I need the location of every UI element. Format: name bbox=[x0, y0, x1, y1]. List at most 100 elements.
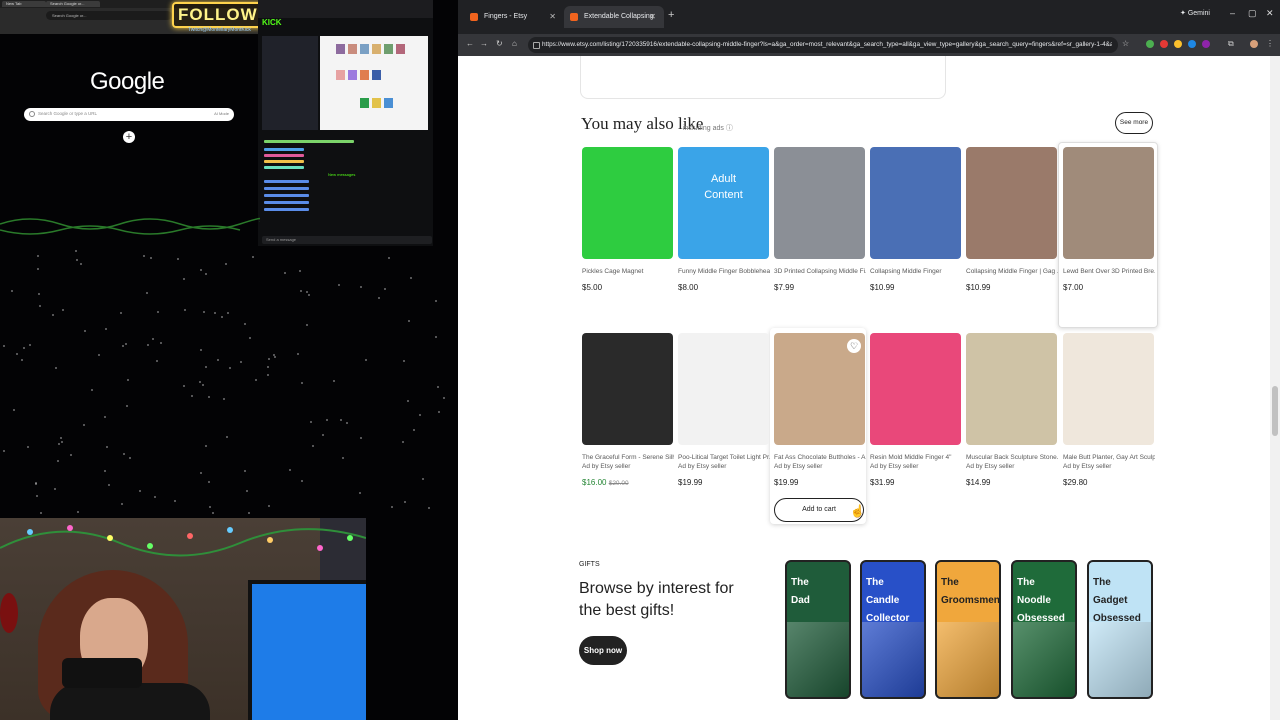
gift-card[interactable]: The Gadget Obsessed bbox=[1087, 560, 1153, 699]
scrollbar-thumb[interactable] bbox=[1272, 386, 1278, 436]
listing-image[interactable] bbox=[870, 333, 961, 445]
listing-image[interactable] bbox=[774, 147, 865, 259]
chat-new-messages: New messages bbox=[328, 172, 356, 177]
listing-card[interactable]: 3D Printed Collapsing Middle Fi... $7.99 bbox=[774, 147, 866, 292]
listing-title[interactable]: Collapsing Middle Finger bbox=[870, 268, 962, 275]
listing-card[interactable]: Adult Content Funny Middle Finger Bobbleh… bbox=[678, 147, 770, 292]
star-dot bbox=[306, 324, 308, 326]
listing-price-row: $19.99 bbox=[774, 478, 866, 487]
new-tab-icon[interactable]: + bbox=[668, 9, 674, 21]
gift-card[interactable]: The Groomsmen bbox=[935, 560, 1001, 699]
listing-title[interactable]: Pickles Cage Magnet bbox=[582, 268, 674, 275]
listing-image[interactable]: Adult Content bbox=[678, 147, 769, 259]
forward-icon[interactable]: → bbox=[480, 39, 488, 48]
favorite-heart-icon[interactable]: ♡ bbox=[847, 339, 861, 353]
listing-title[interactable]: Lewd Bent Over 3D Printed Bre... bbox=[1063, 268, 1155, 275]
star-dot bbox=[428, 507, 430, 509]
star-dot bbox=[346, 422, 348, 424]
star-dot bbox=[391, 506, 393, 508]
listing-title[interactable]: The Graceful Form - Serene Silh... bbox=[582, 454, 674, 461]
shop-now-button[interactable]: Shop now bbox=[579, 636, 627, 665]
listing-title[interactable]: Poo-Litical Target Toilet Light Pr... bbox=[678, 454, 770, 461]
listing-title[interactable]: Fat Ass Chocolate Buttholes - A... bbox=[774, 454, 866, 461]
star-dot bbox=[244, 470, 246, 472]
chat-message bbox=[264, 154, 304, 157]
extension-icon[interactable] bbox=[1188, 40, 1196, 48]
close-tab-icon[interactable]: ✕ bbox=[549, 6, 556, 28]
tab-extendable-collapsing[interactable]: Extendable Collapsing Middle ✕ bbox=[564, 6, 664, 42]
preview-thumb bbox=[384, 44, 393, 54]
minimize-icon[interactable]: – bbox=[1230, 8, 1235, 18]
back-icon[interactable]: ← bbox=[466, 39, 474, 48]
gemini-button[interactable]: ✦ Gemini bbox=[1180, 9, 1210, 17]
listing-image[interactable] bbox=[678, 333, 769, 445]
listing-title[interactable]: Resin Mold Middle Finger 4" bbox=[870, 454, 962, 461]
listing-card[interactable]: Collapsing Middle Finger | Gag ... $10.99 bbox=[966, 147, 1058, 292]
listing-image[interactable] bbox=[966, 147, 1057, 259]
chat-header bbox=[258, 0, 433, 18]
profile-avatar[interactable] bbox=[1250, 40, 1258, 48]
site-info-icon[interactable] bbox=[533, 42, 540, 49]
listing-card[interactable]: ♡ Fat Ass Chocolate Buttholes - A... Ad by… bbox=[774, 333, 866, 487]
webcam-lights bbox=[0, 525, 366, 557]
listing-title[interactable]: Muscular Back Sculpture Stone... bbox=[966, 454, 1058, 461]
see-more-button[interactable]: See more bbox=[1115, 112, 1153, 134]
star-dot bbox=[244, 323, 246, 325]
listing-card[interactable]: The Graceful Form - Serene Silh... Ad by … bbox=[582, 333, 674, 487]
scrollbar[interactable] bbox=[1270, 56, 1280, 720]
listing-seller: Ad by Etsy seller bbox=[966, 463, 1015, 470]
star-dot bbox=[267, 374, 269, 376]
listing-card[interactable]: Muscular Back Sculpture Stone... Ad by Et… bbox=[966, 333, 1058, 487]
star-dot bbox=[402, 441, 404, 443]
menu-kebab-icon[interactable]: ⋮ bbox=[1266, 39, 1274, 48]
ai-mode-label: AI Mode bbox=[214, 111, 229, 116]
star-dot bbox=[202, 384, 204, 386]
listing-card[interactable]: Resin Mold Middle Finger 4" Ad by Etsy se… bbox=[870, 333, 962, 487]
listing-title[interactable]: Collapsing Middle Finger | Gag ... bbox=[966, 268, 1058, 275]
bookmark-star-icon[interactable]: ☆ bbox=[1122, 39, 1129, 48]
listing-image[interactable] bbox=[966, 333, 1057, 445]
listing-image[interactable] bbox=[582, 147, 673, 259]
gift-card[interactable]: The Candle Collector bbox=[860, 560, 926, 699]
star-dot bbox=[76, 259, 78, 261]
listing-card[interactable]: Lewd Bent Over 3D Printed Bre... $7.00 bbox=[1063, 147, 1155, 292]
listing-card[interactable]: Pickles Cage Magnet $5.00 bbox=[582, 147, 674, 292]
star-dot bbox=[104, 470, 106, 472]
extensions-puzzle-icon[interactable]: ⧉ bbox=[1228, 39, 1234, 49]
extension-icon[interactable] bbox=[1146, 40, 1154, 48]
address-bar[interactable]: https://www.etsy.com/listing/1720335916/… bbox=[528, 37, 1118, 53]
listing-card[interactable]: Male Butt Planter, Gay Art Sculp... Ad by… bbox=[1063, 333, 1155, 487]
chat-web-preview bbox=[320, 36, 428, 130]
home-icon[interactable]: ⌂ bbox=[512, 39, 517, 48]
extension-icon[interactable] bbox=[1174, 40, 1182, 48]
star-dot bbox=[413, 429, 415, 431]
gift-card[interactable]: The Noodle Obsessed bbox=[1011, 560, 1077, 699]
extension-icon[interactable] bbox=[1160, 40, 1168, 48]
listing-title[interactable]: Male Butt Planter, Gay Art Sculp... bbox=[1063, 454, 1155, 461]
close-window-icon[interactable]: ✕ bbox=[1266, 8, 1274, 19]
reload-icon[interactable]: ↻ bbox=[496, 39, 503, 48]
star-dot bbox=[80, 263, 82, 265]
maximize-icon[interactable]: ▢ bbox=[1248, 8, 1257, 19]
chat-message bbox=[264, 180, 309, 183]
listing-image[interactable] bbox=[1063, 147, 1154, 259]
listing-image[interactable] bbox=[1063, 333, 1154, 445]
close-tab-icon[interactable]: ✕ bbox=[649, 6, 656, 28]
listing-price: $14.99 bbox=[966, 478, 991, 487]
listing-card[interactable]: Poo-Litical Target Toilet Light Pr... Ad … bbox=[678, 333, 770, 487]
info-icon[interactable]: ⓘ bbox=[726, 125, 733, 132]
listing-price: $10.99 bbox=[870, 283, 895, 292]
tab-fingers-etsy[interactable]: Fingers - Etsy ✕ bbox=[464, 6, 564, 28]
listing-title[interactable]: 3D Printed Collapsing Middle Fi... bbox=[774, 268, 866, 275]
gift-card[interactable]: The Dad bbox=[785, 560, 851, 699]
listing-image[interactable]: ♡ bbox=[774, 333, 865, 445]
star-dot bbox=[58, 443, 60, 445]
mini-tab: Search Google or... bbox=[46, 1, 100, 7]
star-dot bbox=[174, 500, 176, 502]
listing-card[interactable]: Collapsing Middle Finger $10.99 bbox=[870, 147, 962, 292]
listing-seller: Ad by Etsy seller bbox=[1063, 463, 1112, 470]
listing-image[interactable] bbox=[870, 147, 961, 259]
listing-image[interactable] bbox=[582, 333, 673, 445]
listing-title[interactable]: Funny Middle Finger Bobblehea... bbox=[678, 268, 770, 275]
extension-icon[interactable] bbox=[1202, 40, 1210, 48]
